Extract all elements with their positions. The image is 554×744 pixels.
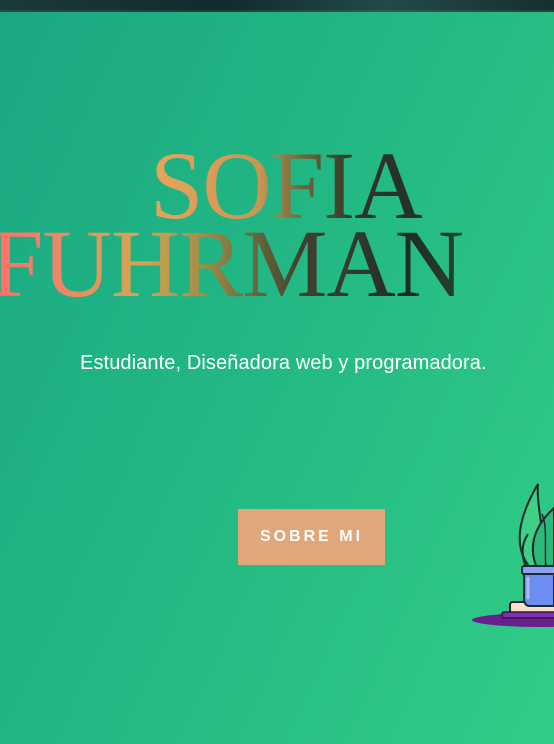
sobre-mi-button[interactable]: SOBRE MI <box>238 509 385 565</box>
top-image-strip <box>0 0 554 12</box>
plant-pot-icon <box>472 478 554 630</box>
hero-subtitle: Estudiante, Diseñadora web y programador… <box>80 352 487 374</box>
hero-name-last: FUHRMAN <box>0 216 464 312</box>
